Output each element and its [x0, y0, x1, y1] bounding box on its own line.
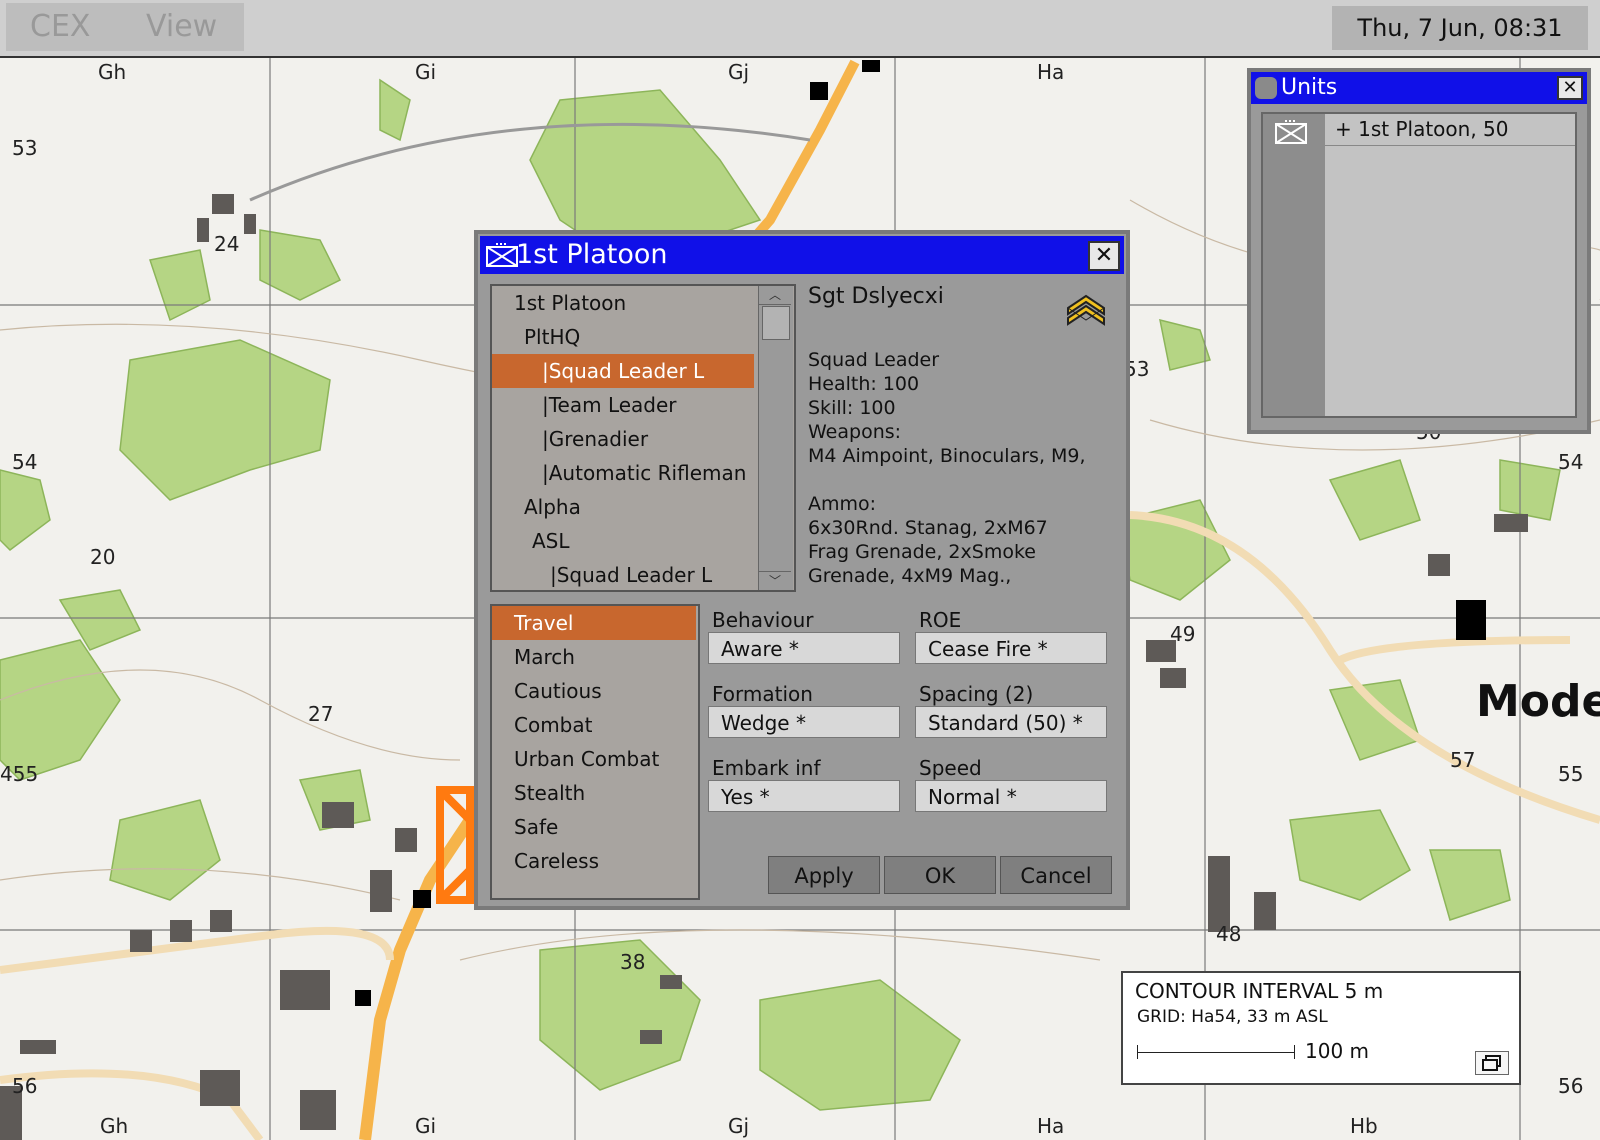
weapons-value: M4 Aimpoint, Binoculars, M9,	[808, 445, 1086, 467]
grid-label-bottom: Ha	[1037, 1114, 1065, 1138]
behaviour-label: Behaviour	[712, 608, 814, 632]
units-window: Units ✕ + 1st Platoon, 50	[1247, 68, 1591, 434]
grid-label-bottom: Gi	[415, 1114, 437, 1138]
tree-item-automatic-rifleman[interactable]: |Automatic Rifleman	[492, 456, 754, 490]
units-titlebar[interactable]: Units ✕	[1251, 72, 1587, 104]
grid-position: GRID: Ha54, 33 m ASL	[1137, 1007, 1328, 1027]
units-window-icon	[1255, 77, 1277, 99]
tree-scrollbar[interactable]: ︿ ﹀	[758, 286, 793, 590]
height-label: 57	[1450, 748, 1476, 772]
grid-label-top: Gj	[728, 60, 750, 84]
spacing-select[interactable]: Standard (50) *	[915, 706, 1107, 738]
grid-label-left: 54	[12, 450, 38, 474]
mode-march[interactable]: March	[492, 640, 696, 674]
menu-view[interactable]: View	[118, 3, 244, 51]
contour-interval: CONTOUR INTERVAL 5 m	[1135, 979, 1384, 1003]
grid-label-top: Gi	[415, 60, 437, 84]
platoon-close-button[interactable]: ✕	[1088, 241, 1120, 271]
tree-item-grenadier[interactable]: |Grenadier	[492, 422, 754, 456]
roe-select[interactable]: Cease Fire *	[915, 632, 1107, 664]
scale-bar	[1137, 1045, 1295, 1059]
soldier-name: Sgt Dslyecxi	[808, 284, 944, 309]
grid-label-bottom: Gh	[100, 1114, 129, 1138]
soldier-role: Squad Leader	[808, 349, 940, 371]
town-label: Mode	[1476, 676, 1600, 727]
infantry-symbol-icon	[1275, 120, 1307, 148]
scroll-down-icon[interactable]: ﹀	[759, 571, 791, 590]
mode-careless[interactable]: Careless	[492, 844, 696, 878]
tree-item-asl[interactable]: ASL	[492, 524, 754, 558]
grid-label-left: 56	[12, 1074, 38, 1098]
units-list-gutter	[1263, 114, 1325, 416]
tree-item-team-leader[interactable]: |Team Leader	[492, 388, 754, 422]
platoon-titlebar[interactable]: 1st Platoon ✕	[480, 236, 1124, 274]
behaviour-mode-list[interactable]: Travel March Cautious Combat Urban Comba…	[490, 604, 700, 900]
mode-cautious[interactable]: Cautious	[492, 674, 696, 708]
scroll-up-icon[interactable]: ︿	[759, 286, 791, 305]
mode-travel[interactable]: Travel	[492, 606, 696, 640]
formation-label: Formation	[712, 682, 813, 706]
platoon-dialog: 1st Platoon ✕ 1st Platoon PltHQ |Squad L…	[474, 230, 1130, 910]
height-label: 24	[214, 232, 240, 256]
grid-label-bottom: Hb	[1350, 1114, 1378, 1138]
soldier-skill: Skill: 100	[808, 397, 896, 419]
map-legend: CONTOUR INTERVAL 5 m GRID: Ha54, 33 m AS…	[1121, 971, 1521, 1085]
ammo-line-2: Frag Grenade, 2xSmoke	[808, 541, 1036, 563]
scroll-thumb[interactable]	[762, 306, 790, 340]
sergeant-rank-icon	[1066, 290, 1106, 334]
height-label: 27	[308, 702, 334, 726]
tree-item-alpha[interactable]: Alpha	[492, 490, 754, 524]
tree-item-squad-leader[interactable]: |Squad Leader L	[492, 354, 754, 388]
ammo-line-3: Grenade, 4xM9 Mag.,	[808, 565, 1012, 587]
soldier-info: Sgt Dslyecxi Squad Leader Health: 100 Sk…	[808, 284, 1122, 592]
units-title: Units	[1281, 75, 1338, 100]
speed-label: Speed	[919, 756, 982, 780]
roe-label: ROE	[919, 608, 962, 632]
height-label: 38	[620, 950, 646, 974]
grid-label-bottom: Gj	[728, 1114, 750, 1138]
tree-item-asl-squad-leader[interactable]: |Squad Leader L	[492, 558, 754, 592]
speed-select[interactable]: Normal *	[915, 780, 1107, 812]
top-menubar: CEX View Thu, 7 Jun, 08:31	[0, 0, 1600, 58]
grid-label-top: Ha	[1037, 60, 1065, 84]
mode-stealth[interactable]: Stealth	[492, 776, 696, 810]
tree-item-plthq[interactable]: PltHQ	[492, 320, 754, 354]
soldier-health: Health: 100	[808, 373, 920, 395]
height-label: 49	[1170, 622, 1196, 646]
grid-label-right: 54	[1558, 450, 1584, 474]
legend-restore-icon[interactable]	[1475, 1051, 1509, 1075]
grid-label-top: Gh	[98, 60, 127, 84]
clock-display: Thu, 7 Jun, 08:31	[1332, 6, 1588, 50]
ammo-label: Ammo:	[808, 493, 877, 515]
spacing-label: Spacing (2)	[919, 682, 1034, 706]
embark-label: Embark inf	[712, 756, 821, 780]
weapons-label: Weapons:	[808, 421, 902, 443]
behaviour-select[interactable]: Aware *	[708, 632, 900, 664]
units-list-item[interactable]: + 1st Platoon, 50	[1325, 114, 1575, 146]
mode-combat[interactable]: Combat	[492, 708, 696, 742]
ammo-line-1: 6x30Rnd. Stanag, 2xM67	[808, 517, 1048, 539]
infantry-symbol-icon	[486, 243, 518, 271]
grid-label-right: 56	[1558, 1074, 1584, 1098]
unit-tree[interactable]: 1st Platoon PltHQ |Squad Leader L |Team …	[490, 284, 796, 592]
platoon-title: 1st Platoon	[516, 239, 668, 270]
apply-button[interactable]: Apply	[768, 856, 880, 894]
grid-label-right: 55	[1558, 762, 1584, 786]
tree-item-platoon[interactable]: 1st Platoon	[492, 286, 754, 320]
mode-urban-combat[interactable]: Urban Combat	[492, 742, 696, 776]
grid-label-left: 53	[12, 136, 38, 160]
height-label: 48	[1216, 922, 1242, 946]
units-list[interactable]: + 1st Platoon, 50	[1261, 112, 1577, 418]
embark-select[interactable]: Yes *	[708, 780, 900, 812]
scale-label: 100 m	[1305, 1039, 1370, 1063]
cancel-button[interactable]: Cancel	[1000, 856, 1112, 894]
mode-safe[interactable]: Safe	[492, 810, 696, 844]
ok-button[interactable]: OK	[884, 856, 996, 894]
height-label: 20	[90, 545, 116, 569]
grid-label-left: 455	[0, 762, 39, 786]
menu-cex[interactable]: CEX	[6, 3, 118, 51]
formation-select[interactable]: Wedge *	[708, 706, 900, 738]
units-close-button[interactable]: ✕	[1557, 76, 1583, 100]
